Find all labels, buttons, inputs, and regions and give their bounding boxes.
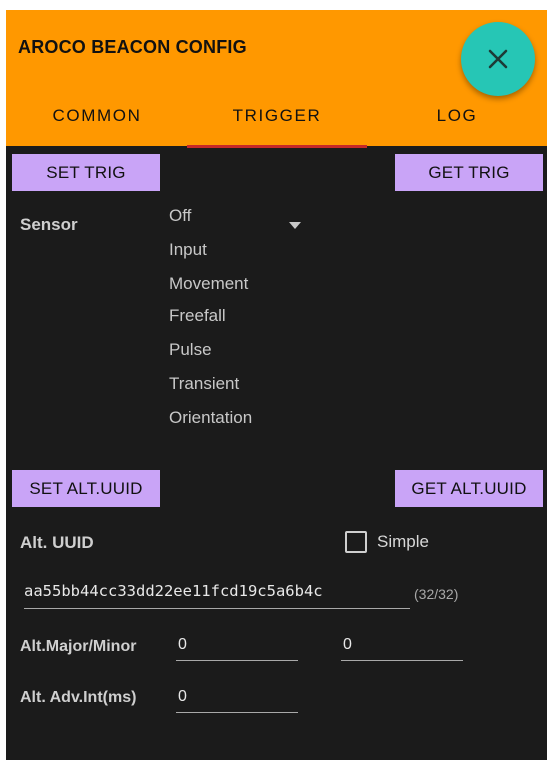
alt-uuid-input[interactable]: aa55bb44cc33dd22ee11fcd19c5a6b4c [24, 582, 410, 609]
sensor-option-transient[interactable]: Transient [169, 374, 239, 394]
alt-adv-int-value: 0 [178, 688, 187, 705]
alt-major-value: 0 [178, 636, 187, 653]
close-icon [488, 49, 508, 69]
alt-uuid-value: aa55bb44cc33dd22ee11fcd19c5a6b4c [24, 582, 323, 600]
app-frame: AROCO BEACON CONFIG COMMON TRIGGER LOG S… [6, 10, 547, 760]
tab-trigger-label: TRIGGER [232, 106, 322, 125]
close-fab-button[interactable] [461, 22, 535, 96]
alt-major-input[interactable]: 0 [176, 636, 298, 661]
sensor-option-orientation[interactable]: Orientation [169, 408, 252, 428]
alt-adv-int-input[interactable]: 0 [176, 688, 298, 713]
tab-common[interactable]: COMMON [7, 106, 187, 146]
sensor-option-off[interactable]: Off [169, 206, 191, 226]
alt-minor-value: 0 [343, 636, 352, 653]
set-trig-button[interactable]: SET TRIG [12, 154, 160, 191]
app-title: AROCO BEACON CONFIG [18, 37, 247, 57]
tab-common-label: COMMON [52, 106, 142, 125]
sensor-option-movement[interactable]: Movement [169, 274, 248, 294]
tab-log-label: LOG [436, 106, 478, 125]
get-trig-button[interactable]: GET TRIG [395, 154, 543, 191]
adv-int-label: Alt. Adv.Int(ms) [20, 689, 137, 706]
set-alt-uuid-button[interactable]: SET ALT.UUID [12, 470, 160, 507]
app-header: AROCO BEACON CONFIG COMMON TRIGGER LOG [6, 10, 547, 148]
tab-trigger[interactable]: TRIGGER [187, 106, 367, 148]
tab-log[interactable]: LOG [367, 106, 547, 146]
sensor-option-pulse[interactable]: Pulse [169, 340, 212, 360]
alt-minor-input[interactable]: 0 [341, 636, 463, 661]
simple-checkbox[interactable] [345, 531, 367, 553]
sensor-option-freefall[interactable]: Freefall [169, 306, 226, 326]
major-minor-label: Alt.Major/Minor [20, 638, 137, 655]
simple-label: Simple [377, 532, 429, 551]
get-alt-uuid-button[interactable]: GET ALT.UUID [395, 470, 543, 507]
sensor-option-input[interactable]: Input [169, 240, 207, 260]
sensor-label: Sensor [20, 215, 78, 234]
dropdown-arrow-icon[interactable] [289, 222, 301, 229]
alt-uuid-label: Alt. UUID [20, 533, 94, 552]
alt-uuid-counter: (32/32) [414, 586, 459, 602]
